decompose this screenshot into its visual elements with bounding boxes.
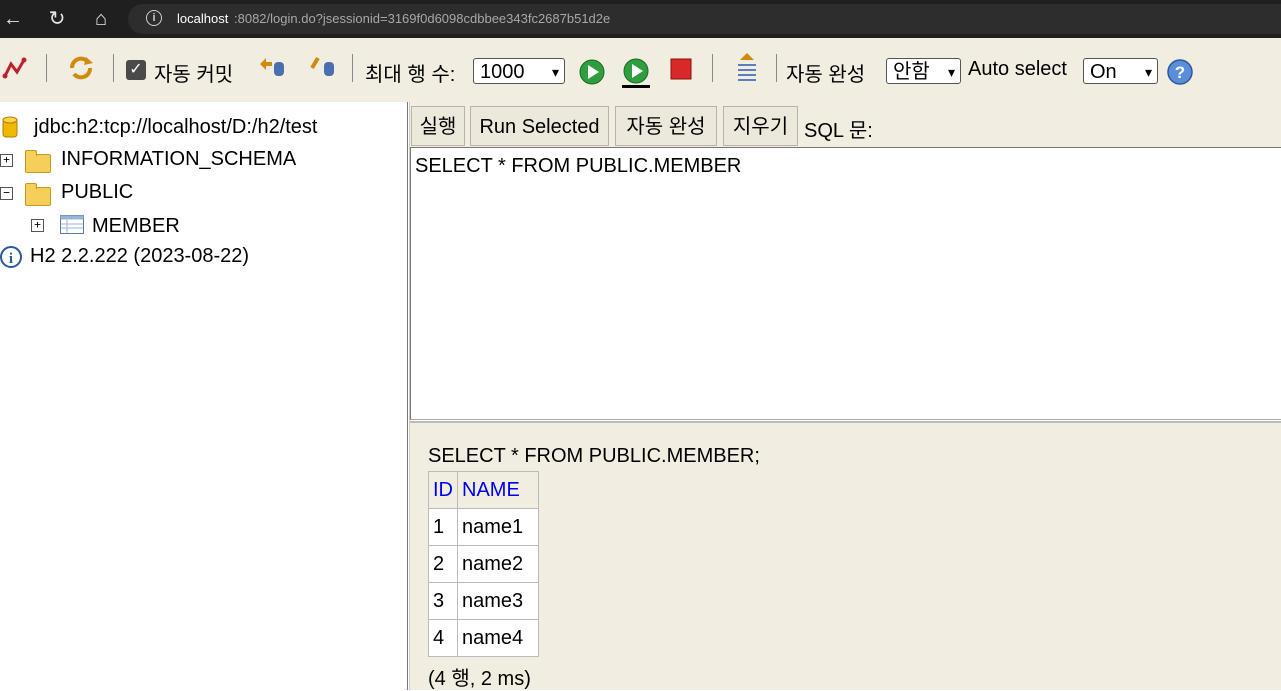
site-info-icon[interactable]: i	[146, 10, 162, 26]
rollback-icon[interactable]	[256, 54, 288, 80]
autocommit-checkbox[interactable]: ✓	[126, 60, 146, 80]
max-rows-value: 1000	[480, 61, 525, 83]
tree-item-schema[interactable]: INFORMATION_SCHEMA	[61, 148, 296, 171]
auto-select-label: Auto select	[968, 58, 1067, 80]
version-text: H2 2.2.222 (2023-08-22)	[30, 245, 250, 267]
autocomplete-select[interactable]: 안함 ▾	[886, 58, 961, 84]
tree-item-schema[interactable]: PUBLIC	[61, 181, 133, 204]
autocomplete-label: 자동 완성	[786, 64, 866, 86]
table-cell: name1	[457, 508, 539, 546]
folder-icon	[25, 183, 51, 206]
table-cell: name4	[457, 619, 539, 657]
run-icon[interactable]	[578, 58, 606, 86]
run-button[interactable]: 실행	[411, 106, 465, 146]
auto-select-select[interactable]: On ▾	[1083, 58, 1158, 84]
console-toolbar: ✓ 자동 커밋 최대 행 수: 1000 ▾ 자동 완성 안함 ▾ Auto s…	[0, 38, 1281, 102]
chevron-down-icon: ▾	[551, 64, 559, 80]
table-cell: name3	[457, 582, 539, 620]
max-rows-select[interactable]: 1000 ▾	[473, 58, 565, 84]
toolbar-separator	[776, 54, 777, 82]
tree-item-table[interactable]: MEMBER	[92, 215, 180, 238]
cancel-icon[interactable]	[670, 58, 692, 80]
browser-toolbar: ← ↻ ⌂ i localhost :8082/login.do?jsessio…	[0, 0, 1281, 38]
info-icon: i	[0, 246, 22, 268]
collapse-icon[interactable]: −	[0, 187, 13, 200]
autocommit-label: 자동 커밋	[154, 64, 234, 86]
disconnect-icon[interactable]	[2, 56, 28, 80]
svg-text:?: ?	[1175, 63, 1185, 82]
back-icon[interactable]: ←	[0, 6, 26, 32]
table-icon	[60, 215, 84, 234]
toolbar-separator	[113, 54, 114, 82]
clear-button[interactable]: 지우기	[723, 106, 798, 146]
table-cell: 1	[428, 508, 458, 546]
column-header[interactable]: NAME	[457, 471, 539, 509]
chevron-down-icon: ▾	[947, 64, 955, 80]
column-header[interactable]: ID	[428, 471, 458, 509]
run-selected-button[interactable]: Run Selected	[470, 106, 609, 146]
reload-icon[interactable]: ↻	[44, 6, 70, 32]
table-row: 4 name4	[428, 619, 539, 657]
folder-icon	[25, 150, 51, 173]
result-query: SELECT * FROM PUBLIC.MEMBER;	[428, 445, 760, 467]
connection-url[interactable]: jdbc:h2:tcp://localhost/D:/h2/test	[34, 116, 318, 139]
expand-icon[interactable]: +	[31, 219, 44, 232]
table-cell: 3	[428, 582, 458, 620]
help-icon[interactable]: ?	[1166, 58, 1194, 86]
svg-text:i: i	[9, 251, 13, 267]
object-tree: jdbc:h2:tcp://localhost/D:/h2/test + INF…	[0, 102, 406, 690]
auto-select-value: On	[1090, 61, 1117, 83]
table-header-row: ID NAME	[428, 471, 539, 509]
history-icon[interactable]	[734, 52, 760, 86]
sql-label: SQL 문:	[804, 120, 873, 142]
result-pane: SELECT * FROM PUBLIC.MEMBER; ID NAME 1 n…	[410, 421, 1281, 690]
url-host: localhost	[177, 11, 229, 26]
toolbar-separator	[712, 54, 713, 82]
autocomplete-value: 안함	[893, 61, 930, 83]
table-cell: 4	[428, 619, 458, 657]
result-table: ID NAME 1 name1 2 name2 3 name3 4 name4	[428, 471, 539, 657]
refresh-icon[interactable]	[66, 54, 96, 82]
table-row: 2 name2	[428, 545, 539, 583]
max-rows-label: 최대 행 수:	[365, 64, 456, 86]
toolbar-separator	[352, 54, 353, 82]
toolbar-separator	[46, 54, 47, 82]
expand-icon[interactable]: +	[0, 154, 13, 167]
commit-icon[interactable]	[308, 54, 338, 80]
table-cell: 2	[428, 545, 458, 583]
sql-editor[interactable]: SELECT * FROM PUBLIC.MEMBER	[410, 147, 1281, 420]
run-selected-icon[interactable]	[620, 58, 652, 90]
url-path: :8082/login.do?jsessionid=3169f0d6098cdb…	[234, 11, 611, 26]
result-summary: (4 행, 2 ms)	[428, 668, 531, 690]
table-cell: name2	[457, 545, 539, 583]
autocomplete-button[interactable]: 자동 완성	[615, 106, 717, 146]
table-row: 1 name1	[428, 508, 539, 546]
database-icon	[2, 116, 18, 138]
chevron-down-icon: ▾	[1144, 64, 1152, 80]
home-icon[interactable]: ⌂	[88, 6, 114, 32]
table-row: 3 name3	[428, 582, 539, 620]
